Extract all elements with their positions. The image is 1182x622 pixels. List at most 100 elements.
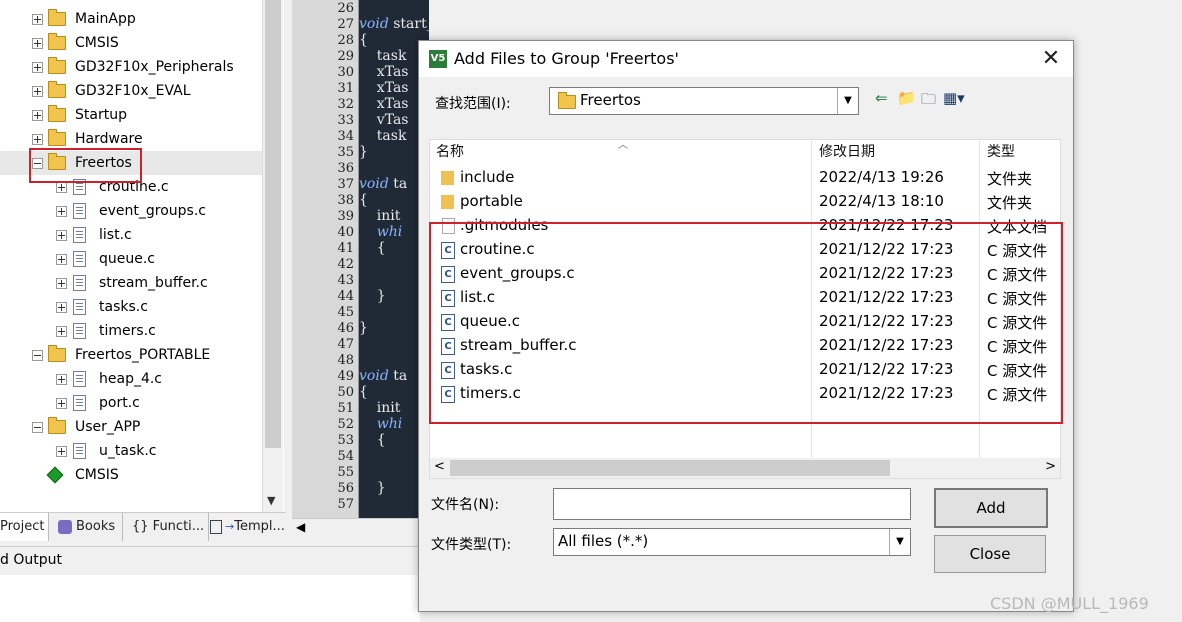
tree-vertical-scrollbar[interactable]: ▼ — [262, 0, 283, 512]
code-line: } — [359, 320, 368, 336]
scroll-right-arrow-icon[interactable]: > — [1045, 459, 1056, 474]
view-menu-icon[interactable]: ▦▾ — [943, 89, 965, 107]
tree-file-item[interactable]: queue.c — [0, 247, 262, 271]
expand-icon[interactable] — [32, 14, 43, 25]
tree-component-item[interactable]: CMSIS — [0, 463, 262, 487]
expand-icon[interactable] — [56, 230, 67, 241]
expand-icon[interactable] — [56, 374, 67, 385]
file-icon — [73, 251, 86, 267]
expand-icon[interactable] — [32, 110, 43, 121]
expand-icon[interactable] — [56, 278, 67, 289]
file-icon — [73, 203, 86, 219]
file-row[interactable]: portable 2022/4/13 18:10 文件夹 — [430, 190, 1060, 214]
expand-icon[interactable] — [56, 182, 67, 193]
column-name[interactable]: 名称 — [436, 140, 464, 164]
code-line: { — [359, 240, 386, 256]
tree-file-item[interactable]: list.c — [0, 223, 262, 247]
expand-icon[interactable] — [32, 86, 43, 97]
line-number: 36 — [337, 161, 354, 176]
filetype-dropdown[interactable]: All files (*.*) ▼ — [553, 528, 911, 556]
code-line: { — [359, 384, 368, 400]
file-row[interactable]: include 2022/4/13 19:26 文件夹 — [430, 166, 1060, 190]
code-line: } — [359, 480, 386, 496]
code-line: task — [359, 48, 407, 64]
folder-icon — [48, 57, 66, 74]
add-button[interactable]: Add — [934, 488, 1048, 528]
back-icon[interactable]: ⇐ — [875, 89, 888, 107]
tree-group-item[interactable]: CMSIS — [0, 31, 262, 55]
line-number: 47 — [337, 337, 354, 352]
tree-group-item[interactable]: GD32F10x_Peripherals — [0, 55, 262, 79]
line-number: 37 — [337, 177, 354, 192]
tab-project[interactable]: Project — [0, 513, 49, 541]
new-folder-icon[interactable]: 🗀 — [921, 89, 936, 114]
tree-file-item[interactable]: port.c — [0, 391, 262, 415]
line-number: 35 — [337, 145, 354, 160]
tree-file-item[interactable]: tasks.c — [0, 295, 262, 319]
code-keyword: void — [359, 16, 389, 32]
tree-group-item[interactable]: GD32F10x_EVAL — [0, 79, 262, 103]
folder-icon — [48, 345, 66, 362]
close-icon[interactable]: ✕ — [1037, 45, 1065, 73]
scrollbar-thumb[interactable] — [265, 0, 281, 448]
expand-icon[interactable] — [56, 302, 67, 313]
collapse-icon[interactable] — [32, 350, 43, 361]
file-name: portable — [460, 192, 523, 210]
editor-horizontal-scrollbar[interactable]: ◀ — [292, 518, 420, 537]
list-horizontal-scrollbar[interactable]: < > — [430, 458, 1060, 478]
line-number: 43 — [337, 273, 354, 288]
look-in-dropdown[interactable]: Freertos ▼ — [549, 87, 859, 115]
chevron-down-icon[interactable]: ▼ — [889, 529, 910, 555]
tab-functions-label: {} Functi... — [132, 519, 205, 534]
dialog-titlebar[interactable]: V5 Add Files to Group 'Freertos' ✕ — [419, 41, 1073, 77]
tree-file-item[interactable]: heap_4.c — [0, 367, 262, 391]
tree-file-item[interactable]: u_task.c — [0, 439, 262, 463]
column-type[interactable]: 类型 — [987, 140, 1015, 164]
expand-icon[interactable] — [32, 62, 43, 73]
line-number: 38 — [337, 193, 354, 208]
tree-group-item[interactable]: Freertos_PORTABLE — [0, 343, 262, 367]
file-icon — [73, 227, 86, 243]
tab-books[interactable]: Books — [52, 513, 123, 541]
tree-file-item[interactable]: stream_buffer.c — [0, 271, 262, 295]
code-text: ta — [388, 368, 408, 384]
file-icon — [73, 371, 86, 387]
tree-item-label: tasks.c — [99, 299, 148, 315]
collapse-icon[interactable] — [32, 422, 43, 433]
tab-templates[interactable]: →Templ... — [206, 513, 285, 541]
project-tabs: Project Books {} Functi... →Templ... — [0, 512, 286, 543]
tree-item-label: GD32F10x_EVAL — [75, 83, 191, 99]
tree-item-label: MainApp — [75, 11, 136, 27]
expand-icon[interactable] — [56, 446, 67, 457]
tree-file-item[interactable]: timers.c — [0, 319, 262, 343]
code-text: start_task( — [393, 16, 429, 32]
tree-group-item[interactable]: Startup — [0, 103, 262, 127]
up-folder-icon[interactable]: 📁 — [897, 89, 916, 107]
expand-icon[interactable] — [56, 398, 67, 409]
tree-item-label: CMSIS — [75, 467, 119, 483]
tree-group-item[interactable]: User_APP — [0, 415, 262, 439]
scroll-down-arrow-icon[interactable]: ▼ — [267, 494, 275, 507]
expand-icon[interactable] — [32, 38, 43, 49]
templates-arrow-icon: → — [225, 520, 235, 533]
scroll-left-arrow-icon[interactable]: ◀ — [296, 520, 305, 534]
expand-icon[interactable] — [56, 254, 67, 265]
column-date[interactable]: 修改日期 — [819, 140, 875, 164]
line-number: 26 — [337, 1, 354, 16]
expand-icon[interactable] — [56, 206, 67, 217]
scrollbar-thumb[interactable] — [450, 460, 890, 476]
expand-icon[interactable] — [56, 326, 67, 337]
tree-file-item[interactable]: event_groups.c — [0, 199, 262, 223]
filetype-label: 文件类型(T): — [431, 537, 512, 553]
highlight-box-freertos-group — [29, 148, 142, 183]
tree-item-label: heap_4.c — [99, 371, 163, 387]
chevron-down-icon[interactable]: ▼ — [837, 88, 858, 114]
close-button[interactable]: Close — [934, 535, 1046, 573]
tree-group-item[interactable]: MainApp — [0, 7, 262, 31]
tab-functions[interactable]: {} Functi... — [126, 513, 209, 541]
filename-input[interactable] — [553, 488, 911, 520]
scroll-left-arrow-icon[interactable]: < — [434, 459, 445, 474]
line-number: 56 — [337, 481, 354, 496]
expand-icon[interactable] — [32, 134, 43, 145]
code-keyword: void — [359, 176, 389, 192]
